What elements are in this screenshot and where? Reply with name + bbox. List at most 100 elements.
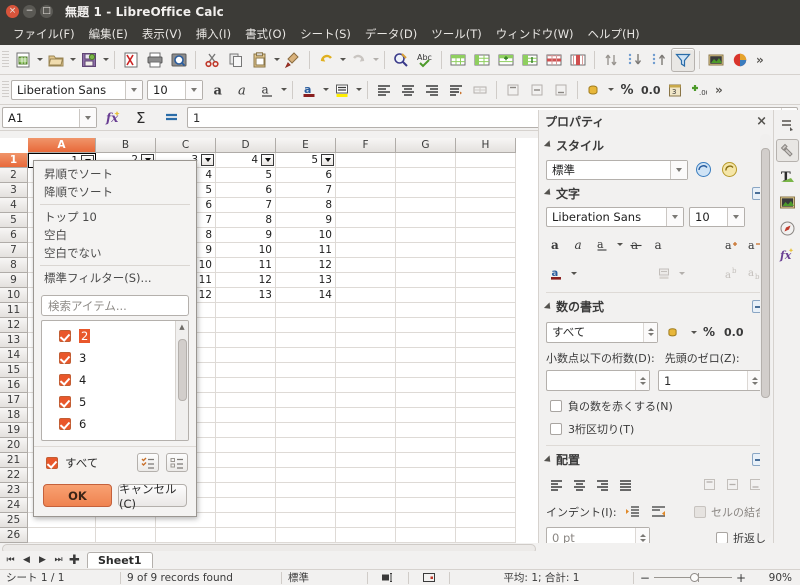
highlight-color-button[interactable] bbox=[330, 78, 354, 102]
cell-E2[interactable]: 6 bbox=[276, 168, 336, 183]
cell-D24[interactable] bbox=[216, 498, 276, 513]
row-header-26[interactable]: 26 bbox=[0, 528, 28, 543]
cell-E13[interactable] bbox=[276, 333, 336, 348]
row-header-6[interactable]: 6 bbox=[0, 228, 28, 243]
menu-item-5[interactable]: シート(S) bbox=[293, 23, 358, 45]
spinner-icon[interactable] bbox=[643, 322, 657, 342]
cell-D6[interactable]: 9 bbox=[216, 228, 276, 243]
filter-entry-1[interactable]: 3 bbox=[42, 347, 175, 369]
spinner-icon[interactable] bbox=[635, 528, 649, 543]
autofilter-dropdown-C[interactable] bbox=[201, 154, 214, 166]
cell-H14[interactable] bbox=[456, 348, 516, 363]
cell-F12[interactable] bbox=[336, 318, 396, 333]
cell-G6[interactable] bbox=[396, 228, 456, 243]
cell-H15[interactable] bbox=[456, 363, 516, 378]
cell-G26[interactable] bbox=[396, 528, 456, 543]
cell-D18[interactable] bbox=[216, 408, 276, 423]
cell-D21[interactable] bbox=[216, 453, 276, 468]
cell-F1[interactable] bbox=[336, 153, 396, 168]
cell-E16[interactable] bbox=[276, 378, 336, 393]
negative-red-row[interactable]: 負の数を赤くする(N) bbox=[546, 398, 766, 414]
cell-E11[interactable] bbox=[276, 303, 336, 318]
sidebar-scrollbar[interactable] bbox=[760, 134, 771, 539]
cell-H18[interactable] bbox=[456, 408, 516, 423]
sidebar-align-right-icon[interactable] bbox=[592, 474, 613, 495]
select-all-row[interactable]: すべて bbox=[34, 446, 196, 478]
cell-G19[interactable] bbox=[396, 423, 456, 438]
cell-E6[interactable]: 10 bbox=[276, 228, 336, 243]
cell-E18[interactable] bbox=[276, 408, 336, 423]
cell-G8[interactable] bbox=[396, 258, 456, 273]
cell-G10[interactable] bbox=[396, 288, 456, 303]
filter-entry-4[interactable]: 6 bbox=[42, 413, 175, 435]
thousands-separator-checkbox[interactable] bbox=[550, 423, 562, 435]
autofilter-dropdown-D[interactable] bbox=[261, 154, 274, 166]
cell-E7[interactable]: 11 bbox=[276, 243, 336, 258]
cell-H2[interactable] bbox=[456, 168, 516, 183]
underline-dropdown[interactable] bbox=[279, 78, 288, 102]
next-sheet-button[interactable]: ▶ bbox=[35, 552, 50, 568]
autofilter-menu-item-afm3-0[interactable]: 標準フィルター(S)... bbox=[34, 269, 196, 287]
cell-A26[interactable] bbox=[28, 528, 96, 543]
cell-H23[interactable] bbox=[456, 483, 516, 498]
thousands-sep-row[interactable]: 3桁区切り(T) bbox=[546, 421, 766, 437]
delete-column-button[interactable] bbox=[566, 48, 590, 72]
cell-H5[interactable] bbox=[456, 213, 516, 228]
cell-D13[interactable] bbox=[216, 333, 276, 348]
row-header-15[interactable]: 15 bbox=[0, 363, 28, 378]
cell-F5[interactable] bbox=[336, 213, 396, 228]
sort-button[interactable] bbox=[599, 48, 623, 72]
zoom-level-status[interactable]: 90% bbox=[752, 570, 800, 585]
paste-dropdown[interactable] bbox=[272, 48, 281, 72]
row-header-4[interactable]: 4 bbox=[0, 198, 28, 213]
superscript-icon[interactable]: ab bbox=[722, 263, 743, 284]
autofilter-menu-item-afm2-0[interactable]: トップ 10 bbox=[34, 208, 196, 226]
undo-button[interactable] bbox=[314, 48, 338, 72]
cell-H25[interactable] bbox=[456, 513, 516, 528]
sidebar-highlight-icon[interactable] bbox=[654, 263, 675, 284]
new-style-icon[interactable] bbox=[719, 159, 740, 180]
new-document-dropdown[interactable] bbox=[35, 48, 44, 72]
scrollbar-thumb[interactable] bbox=[761, 148, 770, 398]
cell-F20[interactable] bbox=[336, 438, 396, 453]
redo-button[interactable] bbox=[347, 48, 371, 72]
cell-E5[interactable]: 9 bbox=[276, 213, 336, 228]
decimal-places-input[interactable] bbox=[546, 370, 650, 391]
prev-sheet-button[interactable]: ◀ bbox=[19, 552, 34, 568]
underline-button[interactable]: a bbox=[255, 78, 279, 102]
chevron-down-icon[interactable] bbox=[185, 80, 202, 99]
minimize-window-button[interactable]: − bbox=[23, 4, 36, 18]
cell-G14[interactable] bbox=[396, 348, 456, 363]
menu-item-1[interactable]: 編集(E) bbox=[82, 23, 135, 45]
filter-entry-checkbox[interactable] bbox=[59, 440, 71, 441]
number-format-section-header[interactable]: 数の書式 bbox=[543, 292, 766, 316]
copy-button[interactable] bbox=[224, 48, 248, 72]
cell-G15[interactable] bbox=[396, 363, 456, 378]
sidebar-shadow-icon[interactable]: a bbox=[649, 234, 670, 255]
menu-item-9[interactable]: ヘルプ(H) bbox=[581, 23, 647, 45]
alignment-section-header[interactable]: 配置 bbox=[543, 445, 766, 469]
sort-descending-button[interactable] bbox=[647, 48, 671, 72]
sidebar-font-color-icon[interactable]: a bbox=[546, 263, 567, 284]
font-size-combo[interactable]: 10 bbox=[147, 79, 203, 100]
function-wizard-button[interactable]: fx bbox=[100, 106, 126, 130]
sidebar-decimal-label[interactable]: 0.0 bbox=[724, 326, 744, 339]
row-header-2[interactable]: 2 bbox=[0, 168, 28, 183]
sheet-tab[interactable]: Sheet1 bbox=[87, 552, 153, 568]
paste-button[interactable] bbox=[248, 48, 272, 72]
filter-entry-checkbox[interactable] bbox=[59, 352, 71, 364]
sidebar-font-size-combo[interactable]: 10 bbox=[689, 207, 745, 227]
leading-zeros-input[interactable]: 1 bbox=[658, 370, 762, 391]
row-header-19[interactable]: 19 bbox=[0, 423, 28, 438]
menu-item-3[interactable]: 挿入(I) bbox=[189, 23, 238, 45]
row-header-10[interactable]: 10 bbox=[0, 288, 28, 303]
menu-item-2[interactable]: 表示(V) bbox=[135, 23, 189, 45]
cell-H3[interactable] bbox=[456, 183, 516, 198]
insert-image-button[interactable] bbox=[704, 48, 728, 72]
cell-F21[interactable] bbox=[336, 453, 396, 468]
cell-F15[interactable] bbox=[336, 363, 396, 378]
cell-D16[interactable] bbox=[216, 378, 276, 393]
cut-button[interactable] bbox=[200, 48, 224, 72]
scroll-up-icon[interactable]: ▲ bbox=[179, 321, 184, 333]
currency-dropdown[interactable] bbox=[606, 78, 615, 102]
